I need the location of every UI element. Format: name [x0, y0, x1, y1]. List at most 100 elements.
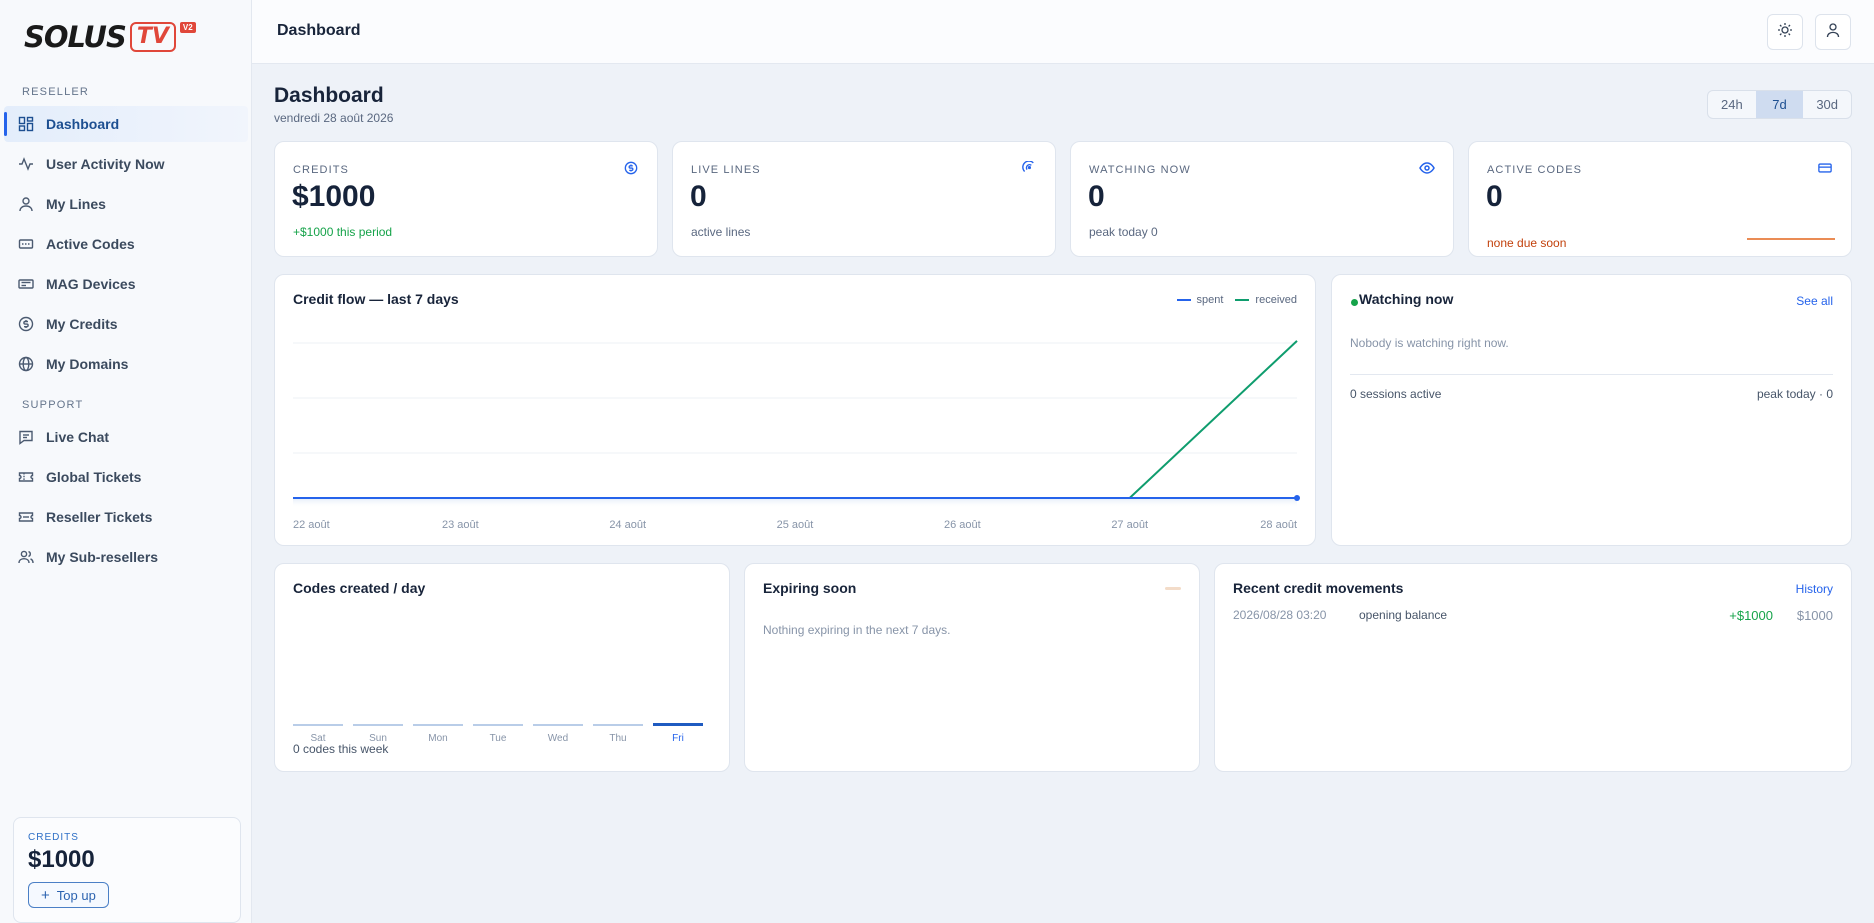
sidebar-item-global-tickets[interactable]: Global Tickets	[4, 459, 248, 495]
stat-label: WATCHING NOW	[1089, 164, 1191, 176]
range-7d[interactable]: 7d	[1755, 91, 1804, 118]
sidebar-item-label: My Sub-resellers	[46, 549, 159, 565]
topbar: Dashboard	[252, 0, 1874, 64]
sidebar-item-label: My Lines	[46, 196, 106, 212]
sidebar-item-sub-resellers[interactable]: My Sub-resellers	[4, 539, 248, 575]
logo[interactable]: SOLUS TV V2	[24, 20, 196, 54]
bar-label: Tue	[489, 733, 507, 744]
grid-icon	[17, 115, 35, 133]
card-title: Expiring soon	[763, 580, 857, 596]
bar-label: Wed	[547, 733, 569, 744]
stat-sub: peak today 0	[1089, 225, 1158, 239]
device-icon	[17, 275, 35, 293]
bar-mon	[413, 724, 463, 726]
user-icon	[1825, 22, 1841, 43]
card-icon	[1817, 160, 1833, 176]
theme-toggle-button[interactable]	[1767, 14, 1803, 50]
codes-created-card: Codes created / day Sat Sun Mon Tue Wed Thu Fr…	[274, 563, 730, 772]
empty-state: Nobody is watching right now.	[1350, 336, 1509, 350]
stat-label: CREDITS	[293, 164, 349, 176]
sidebar-item-my-credits[interactable]: My Credits	[4, 306, 248, 342]
range-24h[interactable]: 24h	[1708, 91, 1756, 118]
see-all-link[interactable]: See all	[1796, 294, 1833, 308]
x-tick-label: 24 août	[609, 519, 646, 531]
sidebar-item-dashboard[interactable]: Dashboard	[4, 106, 248, 142]
topup-label: Top up	[56, 887, 96, 903]
sidebar: SOLUS TV V2 RESELLER Dashboard User Acti…	[0, 0, 252, 923]
movement-amount: +$1000	[1729, 608, 1773, 623]
empty-state: Nothing expiring in the next 7 days.	[763, 623, 951, 637]
page-date: vendredi 28 août 2026	[274, 111, 394, 125]
topbar-title: Dashboard	[277, 22, 361, 39]
bar-label: Thu	[609, 733, 627, 744]
stat-value: $1000	[292, 180, 376, 213]
sidebar-item-mag-devices[interactable]: MAG Devices	[4, 266, 248, 302]
sidebar-item-label: User Activity Now	[46, 156, 165, 172]
credit-box-value: $1000	[28, 846, 95, 873]
stat-value: 0	[1486, 180, 1503, 213]
live-dot	[1351, 299, 1358, 306]
x-tick-label: 23 août	[442, 519, 479, 531]
sidebar-item-my-domains[interactable]: My Domains	[4, 346, 248, 382]
range-30d[interactable]: 30d	[1803, 91, 1851, 118]
sidebar-item-active-codes[interactable]: Active Codes	[4, 226, 248, 262]
sidebar-credit-box: CREDITS $1000 + Top up	[13, 817, 241, 923]
stat-sub: +$1000 this period	[293, 225, 393, 239]
sessions-count: 0 sessions active	[1350, 387, 1442, 401]
x-tick-label: 27 août	[1111, 519, 1148, 531]
stat-label: LIVE LINES	[691, 164, 761, 176]
sidebar-item-live-chat[interactable]: Live Chat	[4, 419, 248, 455]
sidebar-item-user-activity[interactable]: User Activity Now	[4, 146, 248, 182]
history-link[interactable]: History	[1796, 582, 1833, 596]
logo-tv: TV	[129, 22, 176, 52]
sidebar-item-label: Live Chat	[46, 429, 110, 445]
stat-card-live-lines: LIVE LINES 0 active lines	[672, 141, 1056, 257]
sidebar-item-label: MAG Devices	[46, 276, 136, 292]
chat-icon	[17, 428, 35, 446]
user-icon	[17, 195, 35, 213]
stat-sub: active lines	[691, 225, 751, 239]
topup-button[interactable]: + Top up	[28, 882, 109, 908]
movement-balance: $1000	[1796, 608, 1833, 623]
x-tick-label: 28 août	[1260, 519, 1297, 531]
globe-icon	[17, 355, 35, 373]
sidebar-item-label: My Credits	[46, 316, 118, 332]
section-label-reseller: RESELLER	[22, 86, 90, 98]
bar-tue	[473, 724, 523, 726]
sidebar-item-reseller-tickets[interactable]: Reseller Tickets	[4, 499, 248, 535]
baseline-fade	[293, 498, 1297, 508]
logo-version-badge: V2	[179, 22, 196, 33]
watching-now-card: Watching now See all Nobody is watching …	[1331, 274, 1852, 546]
dollar-icon	[17, 315, 35, 333]
expiring-soon-card: Expiring soon Nothing expiring in the ne…	[744, 563, 1200, 772]
stat-sub: none due soon	[1487, 236, 1567, 250]
movement-date: 2026/08/28 03:20	[1233, 608, 1327, 622]
peak-today: peak today · 0	[1756, 387, 1833, 401]
sidebar-item-label: My Domains	[46, 356, 129, 372]
x-tick-label: 25 août	[777, 519, 814, 531]
count-badge	[1165, 587, 1181, 590]
logo-word: SOLUS	[24, 20, 127, 54]
x-tick-label: 22 août	[293, 519, 330, 531]
stat-value: 0	[690, 180, 707, 213]
sidebar-item-label: Dashboard	[46, 116, 120, 132]
bar-label: Mon	[428, 733, 448, 744]
stat-value: 0	[1088, 180, 1105, 213]
sun-icon	[1777, 22, 1793, 43]
signal-icon	[1021, 160, 1037, 176]
codes-footer: 0 codes this week	[293, 742, 389, 756]
stat-card-active-codes: ACTIVE CODES 0 none due soon	[1468, 141, 1852, 257]
profile-button[interactable]	[1815, 14, 1851, 50]
sidebar-item-label: Active Codes	[46, 236, 135, 252]
series-line-received	[293, 340, 1298, 499]
stat-card-credits: CREDITS $1000 +$1000 this period	[274, 141, 658, 257]
bar-wed	[533, 724, 583, 726]
sidebar-item-my-lines[interactable]: My Lines	[4, 186, 248, 222]
x-tick-label: 26 août	[944, 519, 981, 531]
bar-label: Fri	[672, 733, 684, 744]
plus-icon: +	[41, 886, 50, 904]
card-title: Watching now	[1359, 291, 1454, 307]
ticket-icon	[17, 468, 35, 486]
card-title: Recent credit movements	[1233, 580, 1404, 596]
activity-icon	[17, 155, 35, 173]
